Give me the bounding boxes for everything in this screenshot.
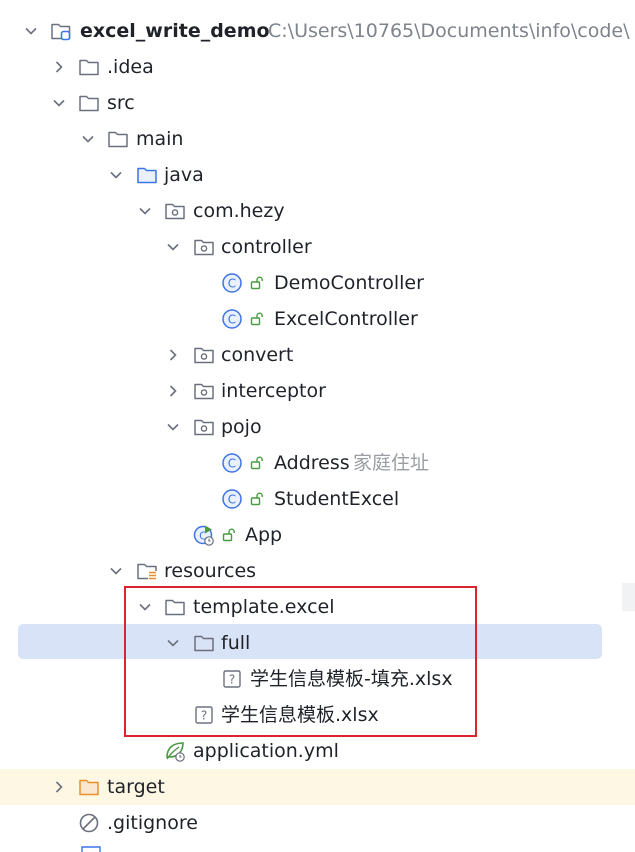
folder-icon bbox=[165, 599, 185, 616]
class-icon: C bbox=[222, 489, 242, 509]
tree-row-interceptor[interactable]: interceptor bbox=[0, 373, 635, 409]
package-icon bbox=[194, 347, 214, 364]
excluded-folder-icon bbox=[79, 779, 99, 796]
tree-row-full[interactable]: full bbox=[0, 625, 635, 661]
tree-label: interceptor bbox=[221, 380, 326, 402]
tree-row-application-yml[interactable]: application.yml bbox=[0, 733, 635, 769]
tree-row-demo-controller[interactable]: C DemoController bbox=[0, 265, 635, 301]
tree-row-main[interactable]: main bbox=[0, 121, 635, 157]
tree-row-resources[interactable]: resources bbox=[0, 553, 635, 589]
public-access-icon bbox=[250, 456, 263, 470]
tree-row-java[interactable]: java bbox=[0, 157, 635, 193]
tree-row-idea[interactable]: .idea bbox=[0, 49, 635, 85]
project-path: C:\Users\10765\Documents\info\code\ bbox=[268, 20, 630, 42]
package-icon bbox=[194, 419, 214, 436]
tree-label: StudentExcel bbox=[274, 488, 400, 510]
tree-row-controller[interactable]: controller bbox=[0, 229, 635, 265]
public-access-icon bbox=[250, 492, 263, 506]
tree-row-src[interactable]: src bbox=[0, 85, 635, 121]
tree-label: controller bbox=[221, 236, 312, 258]
module-folder-icon bbox=[51, 23, 71, 41]
svg-text:C: C bbox=[228, 277, 236, 291]
chevron-down-icon[interactable] bbox=[164, 634, 182, 652]
folder-icon bbox=[108, 131, 128, 148]
tree-row-package-root[interactable]: com.hezy bbox=[0, 193, 635, 229]
tree-label: App bbox=[245, 524, 283, 546]
resources-folder-icon bbox=[137, 563, 157, 580]
folder-icon bbox=[79, 59, 99, 76]
chevron-down-icon[interactable] bbox=[164, 418, 182, 436]
folder-icon bbox=[194, 635, 214, 652]
tree-row-template-excel[interactable]: template.excel bbox=[0, 589, 635, 625]
tree-label: ExcelController bbox=[274, 308, 418, 330]
tree-label: resources bbox=[164, 560, 257, 582]
chevron-down-icon[interactable] bbox=[164, 238, 182, 256]
tree-row-app[interactable]: C App bbox=[0, 517, 635, 553]
tree-row-template-file[interactable]: ? 学生信息模板.xlsx bbox=[0, 697, 635, 733]
tree-label: DemoController bbox=[274, 272, 424, 294]
tree-label: Address bbox=[274, 452, 350, 474]
tree-label: .gitignore bbox=[107, 812, 198, 834]
tree-label: application.yml bbox=[193, 740, 339, 762]
unknown-file-icon: ? bbox=[195, 706, 213, 724]
package-icon bbox=[194, 383, 214, 400]
class-icon: C bbox=[222, 309, 242, 329]
public-access-icon bbox=[222, 528, 235, 542]
class-icon: C bbox=[222, 273, 242, 293]
chevron-right-icon[interactable] bbox=[50, 778, 68, 796]
chevron-right-icon[interactable] bbox=[164, 346, 182, 364]
tree-label: com.hezy bbox=[193, 200, 285, 222]
unknown-file-icon: ? bbox=[223, 670, 241, 688]
chevron-down-icon[interactable] bbox=[50, 94, 68, 112]
package-icon bbox=[165, 203, 185, 220]
svg-text:C: C bbox=[228, 493, 236, 507]
chevron-right-icon[interactable] bbox=[164, 382, 182, 400]
chevron-right-icon[interactable] bbox=[50, 58, 68, 76]
public-access-icon bbox=[250, 276, 263, 290]
ignore-file-icon bbox=[79, 813, 99, 833]
chevron-down-icon[interactable] bbox=[107, 562, 125, 580]
tree-row-gitignore[interactable]: .gitignore bbox=[0, 805, 635, 841]
tree-label: 学生信息模板.xlsx bbox=[221, 704, 379, 726]
tree-row-template-fill-file[interactable]: ? 学生信息模板-填充.xlsx bbox=[0, 661, 635, 697]
source-folder-icon bbox=[137, 167, 157, 184]
tree-row-target[interactable]: target bbox=[0, 769, 635, 805]
runnable-class-icon: C bbox=[193, 525, 214, 546]
tree-label: src bbox=[107, 92, 135, 114]
tree-label: main bbox=[136, 128, 184, 150]
svg-text:?: ? bbox=[229, 673, 235, 687]
chevron-down-icon[interactable] bbox=[136, 202, 154, 220]
chevron-down-icon[interactable] bbox=[79, 130, 97, 148]
spring-config-icon bbox=[166, 742, 185, 762]
public-access-icon bbox=[250, 312, 263, 326]
tree-row-pojo[interactable]: pojo bbox=[0, 409, 635, 445]
tree-label: 学生信息模板-填充.xlsx bbox=[250, 668, 453, 690]
svg-text:?: ? bbox=[201, 709, 207, 723]
class-doc-hint: 家庭住址 bbox=[353, 452, 430, 474]
folder-icon bbox=[79, 95, 99, 112]
tree-label: .idea bbox=[107, 56, 154, 78]
tree-row-convert[interactable]: convert bbox=[0, 337, 635, 373]
chevron-down-icon[interactable] bbox=[136, 598, 154, 616]
tree-label: target bbox=[107, 776, 165, 798]
tree-row-excel-controller[interactable]: C ExcelController bbox=[0, 301, 635, 337]
file-icon bbox=[81, 846, 101, 852]
chevron-down-icon[interactable] bbox=[107, 166, 125, 184]
tree-label: pojo bbox=[221, 416, 262, 438]
svg-text:C: C bbox=[228, 313, 236, 327]
tree-label: java bbox=[164, 164, 204, 186]
tree-row-address[interactable]: C Address 家庭住址 bbox=[0, 445, 635, 481]
tree-label: template.excel bbox=[193, 596, 335, 618]
tree-row-project[interactable]: excel_write_demo C:\Users\10765\Document… bbox=[0, 13, 635, 49]
svg-text:C: C bbox=[228, 457, 236, 471]
class-icon: C bbox=[222, 453, 242, 473]
package-icon bbox=[194, 239, 214, 256]
tree-row-student-excel[interactable]: C StudentExcel bbox=[0, 481, 635, 517]
chevron-down-icon[interactable] bbox=[22, 22, 40, 40]
tree-label: full bbox=[221, 632, 251, 654]
tree-label: convert bbox=[221, 344, 294, 366]
project-name: excel_write_demo bbox=[80, 20, 270, 42]
